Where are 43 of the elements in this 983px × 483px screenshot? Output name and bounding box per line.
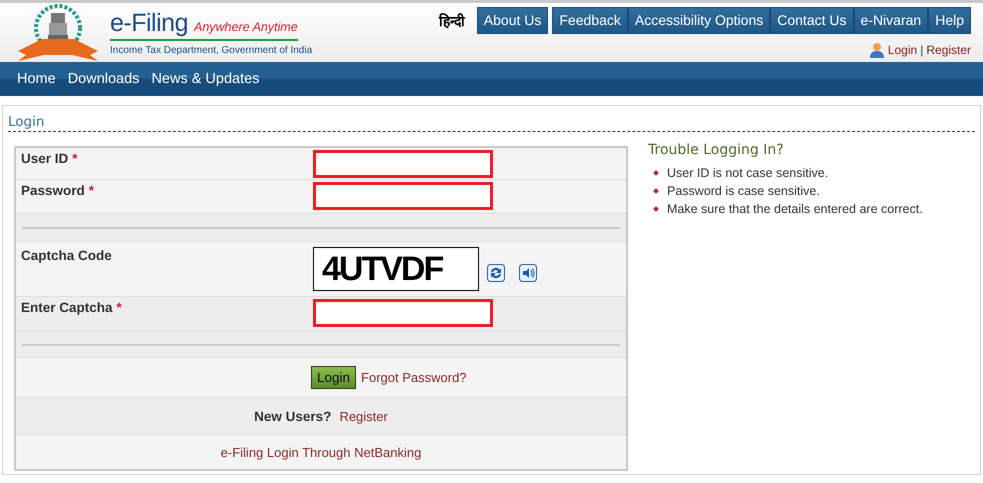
captcha-image: 4UTVDF (313, 247, 479, 291)
input-field[interactable] (313, 182, 493, 210)
user-icon (868, 42, 885, 58)
register-link[interactable]: Register (339, 408, 388, 424)
login-link[interactable]: Login (888, 43, 918, 57)
site-subtitle: Income Tax Department, Government of India (110, 45, 312, 56)
login-button[interactable]: Login (311, 366, 356, 389)
field-label: Password (21, 183, 85, 198)
top-menu-link[interactable]: Contact Us (770, 7, 854, 34)
help-text: User ID is not case sensitive. (667, 166, 828, 180)
top-menu-link[interactable]: Accessibility Options (628, 7, 770, 34)
bullet-icon (653, 170, 659, 176)
link-separator: | (920, 43, 924, 57)
top-menu-link[interactable]: Help (928, 7, 971, 34)
top-menu-link[interactable]: Feedback (552, 7, 628, 34)
forgot-password-link[interactable]: Forgot Password? (361, 370, 467, 385)
nav-link[interactable]: Downloads (68, 71, 140, 87)
nav-link[interactable]: News & Updates (151, 71, 260, 87)
site-tagline: Anywhere Anytime (194, 20, 298, 34)
refresh-icon[interactable] (487, 264, 505, 282)
new-users-label: New Users? (254, 408, 332, 424)
help-title: Trouble Logging In? (648, 142, 785, 158)
required-mark: * (88, 183, 94, 198)
input-field[interactable] (313, 150, 493, 178)
bullet-icon (653, 206, 659, 212)
field-label: Enter Captcha (21, 300, 113, 315)
field-label: User ID (21, 151, 68, 166)
language-link[interactable]: हिन्दी (438, 11, 465, 30)
nav-link[interactable]: Home (17, 71, 56, 87)
help-text: Make sure that the details entered are correct. (667, 202, 923, 216)
input-field[interactable] (313, 299, 493, 327)
speaker-icon[interactable] (519, 264, 537, 282)
field-label: Captcha Code (21, 248, 112, 263)
netbanking-link[interactable]: e-Filing Login Through NetBanking (220, 444, 422, 460)
site-title: e-Filing (110, 9, 188, 38)
help-text: Password is case sensitive. (667, 184, 820, 198)
bullet-icon (653, 188, 659, 194)
required-mark: * (72, 151, 78, 166)
section-heading: Login (8, 106, 975, 132)
top-menu-link[interactable]: About Us (476, 7, 548, 34)
top-menu-link[interactable]: e-Nivaran (854, 7, 928, 34)
required-mark: * (116, 300, 122, 315)
register-link[interactable]: Register (926, 43, 971, 57)
